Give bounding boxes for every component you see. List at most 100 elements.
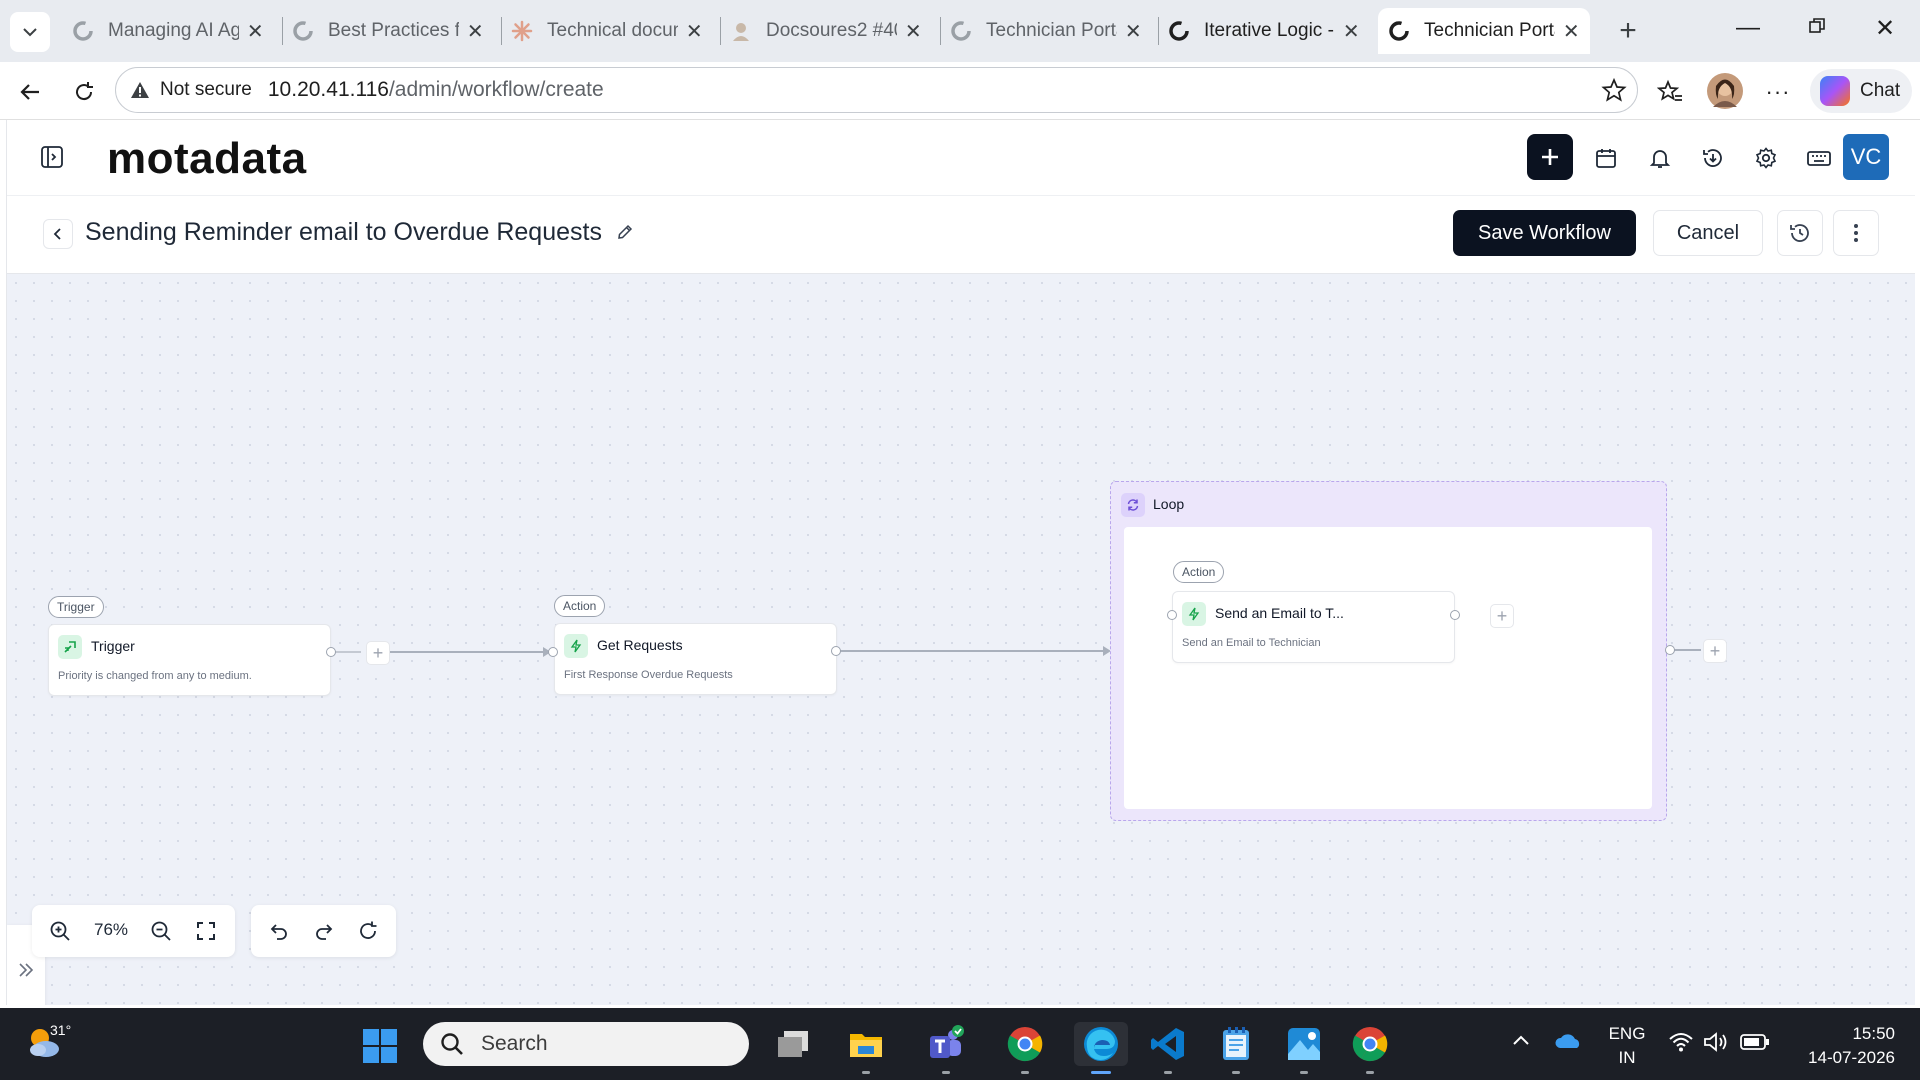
browser-tab[interactable]: Docsoures2 #40 ✕: [720, 8, 932, 54]
browser-tab-active[interactable]: Technician Portal ✕: [1378, 8, 1590, 54]
running-indicator: [862, 1071, 870, 1074]
show-hidden-icons-button[interactable]: [1510, 1030, 1532, 1057]
close-icon[interactable]: ✕: [467, 19, 484, 44]
new-tab-button[interactable]: +: [1610, 14, 1646, 48]
onedrive-icon[interactable]: [1553, 1030, 1583, 1057]
undo-button[interactable]: [265, 917, 293, 945]
calendar-button[interactable]: [1590, 142, 1622, 174]
close-icon[interactable]: ✕: [247, 19, 264, 44]
taskbar-app-chrome[interactable]: [1003, 1022, 1047, 1074]
back-to-list-button[interactable]: [43, 219, 73, 249]
add-step-button[interactable]: +: [366, 641, 390, 665]
browser-tab[interactable]: Technician Portal ✕: [940, 8, 1152, 54]
version-history-button[interactable]: [1777, 210, 1823, 256]
close-icon[interactable]: ✕: [1343, 19, 1360, 44]
node-type-badge: Action: [1173, 561, 1225, 583]
favorites-list-icon: [1657, 79, 1682, 101]
taskbar-app-vscode[interactable]: [1146, 1022, 1190, 1074]
input-port[interactable]: [1167, 610, 1177, 620]
taskbar-app-teams[interactable]: [924, 1022, 968, 1074]
zoom-out-button[interactable]: [147, 917, 175, 945]
reload-button[interactable]: [66, 74, 102, 110]
taskbar-app-photos[interactable]: [1282, 1022, 1326, 1074]
profile-avatar[interactable]: [1705, 71, 1745, 111]
battery-icon[interactable]: [1740, 1033, 1770, 1056]
taskbar-app-edge[interactable]: [1074, 1022, 1128, 1074]
input-language[interactable]: ENG IN: [1607, 1022, 1647, 1070]
photos-icon: [1288, 1028, 1320, 1060]
node-subtitle: First Response Overdue Requests: [564, 669, 733, 681]
browser-tab[interactable]: Best Practices fo ✕: [282, 8, 494, 54]
workflow-titlebar: Sending Reminder email to Overdue Reques…: [7, 196, 1915, 274]
bell-icon: [1649, 150, 1671, 168]
windows-logo-icon: [363, 1029, 397, 1063]
tab-search-button[interactable]: [10, 12, 50, 52]
taskbar-app-notepad[interactable]: [1214, 1022, 1258, 1074]
save-workflow-button[interactable]: Save Workflow: [1453, 210, 1636, 256]
trigger-node[interactable]: Trigger Priority is changed from any to …: [48, 624, 331, 696]
edit-title-icon[interactable]: [615, 222, 635, 247]
more-options-button[interactable]: ···: [1760, 74, 1796, 110]
address-bar[interactable]: Not secure 10.20.41.116/admin/workflow/c…: [115, 67, 1638, 113]
taskbar-app-chrome-2[interactable]: [1348, 1022, 1392, 1074]
settings-button[interactable]: [1750, 142, 1782, 174]
zoom-level: 76%: [94, 920, 129, 939]
favorites-button[interactable]: [1652, 74, 1688, 110]
sidebar-toggle-button[interactable]: [37, 142, 67, 172]
copilot-chat-button[interactable]: Chat: [1810, 69, 1912, 113]
url-host: 10.20.41.116: [267, 78, 389, 101]
more-actions-button[interactable]: [1833, 210, 1879, 256]
browser-tab[interactable]: Iterative Logic - I ✕: [1158, 8, 1370, 54]
output-port[interactable]: [831, 646, 841, 656]
output-port[interactable]: [1450, 610, 1460, 620]
search-icon: [441, 1033, 463, 1055]
start-button[interactable]: [362, 1028, 398, 1069]
metadata-logo-icon: [950, 20, 972, 42]
close-window-button[interactable]: ✕: [1865, 14, 1905, 43]
close-icon[interactable]: ✕: [1125, 19, 1142, 44]
reset-button[interactable]: [354, 917, 382, 945]
output-port[interactable]: [326, 647, 336, 657]
favorite-star-icon[interactable]: [1601, 77, 1627, 108]
fit-view-button[interactable]: [192, 917, 220, 945]
browser-tab[interactable]: Managing AI Ag ✕: [62, 8, 274, 54]
keyboard-shortcuts-button[interactable]: [1803, 142, 1835, 174]
cancel-button[interactable]: Cancel: [1653, 210, 1763, 256]
taskbar-app-taskview[interactable]: [771, 1022, 815, 1066]
tab-title: Technician Portal: [986, 20, 1117, 41]
claude-icon: [511, 20, 533, 42]
back-button[interactable]: [12, 74, 48, 110]
restore-button[interactable]: [1797, 14, 1837, 42]
zoom-in-button[interactable]: [46, 917, 74, 945]
workflow-canvas[interactable]: Trigger Trigger Priority is changed from…: [7, 274, 1915, 1005]
metadata-logo-icon: [292, 20, 314, 42]
volume-icon[interactable]: [1703, 1031, 1729, 1058]
wifi-icon[interactable]: [1668, 1031, 1694, 1058]
calendar-icon: [1596, 149, 1616, 168]
close-icon[interactable]: ✕: [686, 19, 703, 44]
create-new-button[interactable]: [1527, 134, 1573, 180]
add-step-button[interactable]: +: [1490, 604, 1514, 628]
history-controls: [251, 905, 396, 957]
notifications-button[interactable]: [1644, 142, 1676, 174]
system-clock[interactable]: 15:50 14-07-2026: [1795, 1022, 1895, 1070]
send-email-node[interactable]: Send an Email to T... Send an Email to T…: [1172, 591, 1455, 663]
user-avatar[interactable]: VC: [1843, 134, 1889, 180]
history-button[interactable]: [1697, 142, 1729, 174]
taskbar-app-explorer[interactable]: [844, 1022, 888, 1074]
add-step-button[interactable]: +: [1703, 639, 1727, 663]
warning-icon[interactable]: [130, 80, 150, 100]
browser-tab[interactable]: Technical docum ✕: [501, 8, 713, 54]
output-port[interactable]: [1665, 645, 1675, 655]
get-requests-node[interactable]: Get Requests First Response Overdue Requ…: [554, 623, 837, 695]
running-indicator: [942, 1071, 950, 1074]
refresh-icon: [360, 921, 377, 939]
minimize-button[interactable]: —: [1728, 14, 1768, 42]
security-label[interactable]: Not secure: [160, 79, 252, 101]
redo-button[interactable]: [310, 917, 338, 945]
app-header: motadata VC: [7, 120, 1915, 196]
close-icon[interactable]: ✕: [1563, 19, 1580, 44]
input-port[interactable]: [548, 647, 558, 657]
taskbar-search[interactable]: Search: [423, 1022, 749, 1066]
close-icon[interactable]: ✕: [905, 19, 922, 44]
